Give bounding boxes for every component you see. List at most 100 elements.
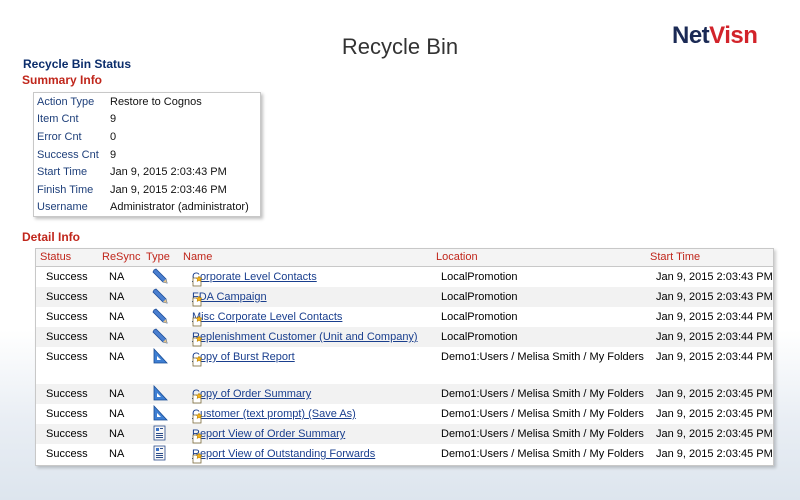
restored-item-icon [192,412,204,424]
row-name: Misc Corporate Level Contacts [192,311,342,327]
summary-row-username: Username Administrator (administrator) [34,199,260,217]
table-row[interactable]: Success NA Misc Corporate Level Contacts L… [36,307,773,327]
table-row[interactable]: Success NA Copy of Burst Report Demo1:User… [36,347,773,367]
restored-item-icon [192,432,204,444]
summary-label: Success Cnt [37,148,99,161]
item-name-link[interactable]: Copy of Order Summary [192,388,311,400]
item-name-link[interactable]: Misc Corporate Level Contacts [192,311,342,323]
row-spacer [36,367,773,384]
row-start-time: Jan 9, 2015 2:03:45 PM [656,428,773,440]
row-start-time: Jan 9, 2015 2:03:45 PM [656,408,773,420]
row-status: Success [46,448,88,460]
table-row[interactable]: Success NA Copy of Order Summary Demo1:Use… [36,384,773,404]
row-resync: NA [109,291,125,303]
restored-item-icon [192,355,204,367]
row-resync: NA [109,428,125,440]
report-view-icon [152,445,168,461]
summary-label: Action Type [37,95,95,108]
detail-title: Detail Info [22,230,81,244]
row-name: FDA Campaign [192,291,267,307]
row-location: Demo1:Users / Melisa Smith / My Folders [441,351,644,363]
column-header-location[interactable]: Location [436,251,478,263]
summary-value: Restore to Cognos [110,95,202,108]
row-start-time: Jan 9, 2015 2:03:44 PM [656,311,773,323]
item-name-link[interactable]: Report View of Order Summary [192,428,345,440]
row-name: Customer (text prompt) (Save As) [192,408,356,424]
row-resync: NA [109,331,125,343]
row-status: Success [46,311,88,323]
column-header-resync[interactable]: ReSync [102,251,141,263]
table-row[interactable]: Success NA Report View of Outstanding For… [36,444,773,464]
table-row[interactable]: Success NA Corporate Level Contacts LocalP… [36,267,773,287]
logo-part-visn: Visn [709,22,758,49]
row-location: Demo1:Users / Melisa Smith / My Folders [441,408,644,420]
netvisn-logo: NetVisn [672,22,758,50]
item-name-link[interactable]: Copy of Burst Report [192,351,295,363]
summary-value: Administrator (administrator) [110,201,249,214]
row-location: Demo1:Users / Melisa Smith / My Folders [441,448,644,460]
report-view-icon [152,425,168,441]
row-status: Success [46,351,88,363]
item-name-link[interactable]: Corporate Level Contacts [192,271,317,283]
row-location: LocalPromotion [441,311,518,323]
row-start-time: Jan 9, 2015 2:03:44 PM [656,351,773,363]
item-name-link[interactable]: Replenishment Customer (Unit and Company… [192,331,418,343]
row-status: Success [46,388,88,400]
row-status: Success [46,428,88,440]
summary-label: Start Time [37,166,88,179]
row-location: LocalPromotion [441,291,518,303]
column-header-status[interactable]: Status [40,251,71,263]
row-status: Success [46,408,88,420]
row-start-time: Jan 9, 2015 2:03:43 PM [656,271,773,283]
row-resync: NA [109,408,125,420]
summary-value: 9 [110,113,117,126]
status-title: Recycle Bin Status [23,57,132,71]
row-name: Corporate Level Contacts [192,271,317,287]
row-resync: NA [109,388,125,400]
row-name: Copy of Burst Report [192,351,295,367]
row-resync: NA [109,271,125,283]
table-row[interactable]: Success NA Customer (text prompt) (Save A… [36,404,773,424]
row-name: Replenishment Customer (Unit and Company… [192,331,418,347]
pencil-icon [152,308,168,324]
row-status: Success [46,331,88,343]
detail-info-table: Status ReSync Type Name Location Start T… [35,248,774,466]
row-start-time: Jan 9, 2015 2:03:43 PM [656,291,773,303]
summary-label: Finish Time [37,183,94,196]
pencil-icon [152,328,168,344]
row-location: Demo1:Users / Melisa Smith / My Folders [441,388,644,400]
item-name-link[interactable]: Customer (text prompt) (Save As) [192,408,356,420]
restored-item-icon [192,452,204,464]
table-row[interactable]: Success NA Report View of Order Summary De… [36,424,773,444]
table-row[interactable]: Success NA FDA Campaign LocalPromotion Jan … [36,287,773,307]
logo-part-net: Net [672,22,710,49]
summary-row-item-cnt: Item Cnt 9 [34,111,260,129]
table-row[interactable]: Success NA Replenishment Customer (Unit a… [36,327,773,347]
row-resync: NA [109,448,125,460]
summary-value: 0 [110,130,117,143]
triangle-ruler-icon [152,384,168,401]
restored-item-icon [192,315,204,327]
row-name: Report View of Order Summary [192,428,345,444]
row-location: LocalPromotion [441,271,518,283]
row-name: Report View of Outstanding Forwards [192,448,375,464]
summary-info-panel: Action Type Restore to Cognos Item Cnt 9… [33,92,261,218]
row-name: Copy of Order Summary [192,388,311,404]
restored-item-icon [192,335,204,347]
column-header-start-time[interactable]: Start Time [650,251,700,263]
row-status: Success [46,271,88,283]
item-name-link[interactable]: Report View of Outstanding Forwards [192,448,375,460]
restored-item-icon [192,275,204,287]
row-start-time: Jan 9, 2015 2:03:45 PM [656,448,773,460]
summary-label: Username [37,201,88,214]
summary-value: Jan 9, 2015 2:03:46 PM [110,183,227,196]
restored-item-icon [192,295,204,307]
column-header-type[interactable]: Type [146,251,170,263]
column-header-name[interactable]: Name [183,251,212,263]
summary-row-start-time: Start Time Jan 9, 2015 2:03:43 PM [34,163,260,181]
table-header: Status ReSync Type Name Location Start T… [36,249,773,267]
summary-row-error-cnt: Error Cnt 0 [34,128,260,146]
row-resync: NA [109,311,125,323]
restored-item-icon [192,392,204,404]
row-resync: NA [109,351,125,363]
